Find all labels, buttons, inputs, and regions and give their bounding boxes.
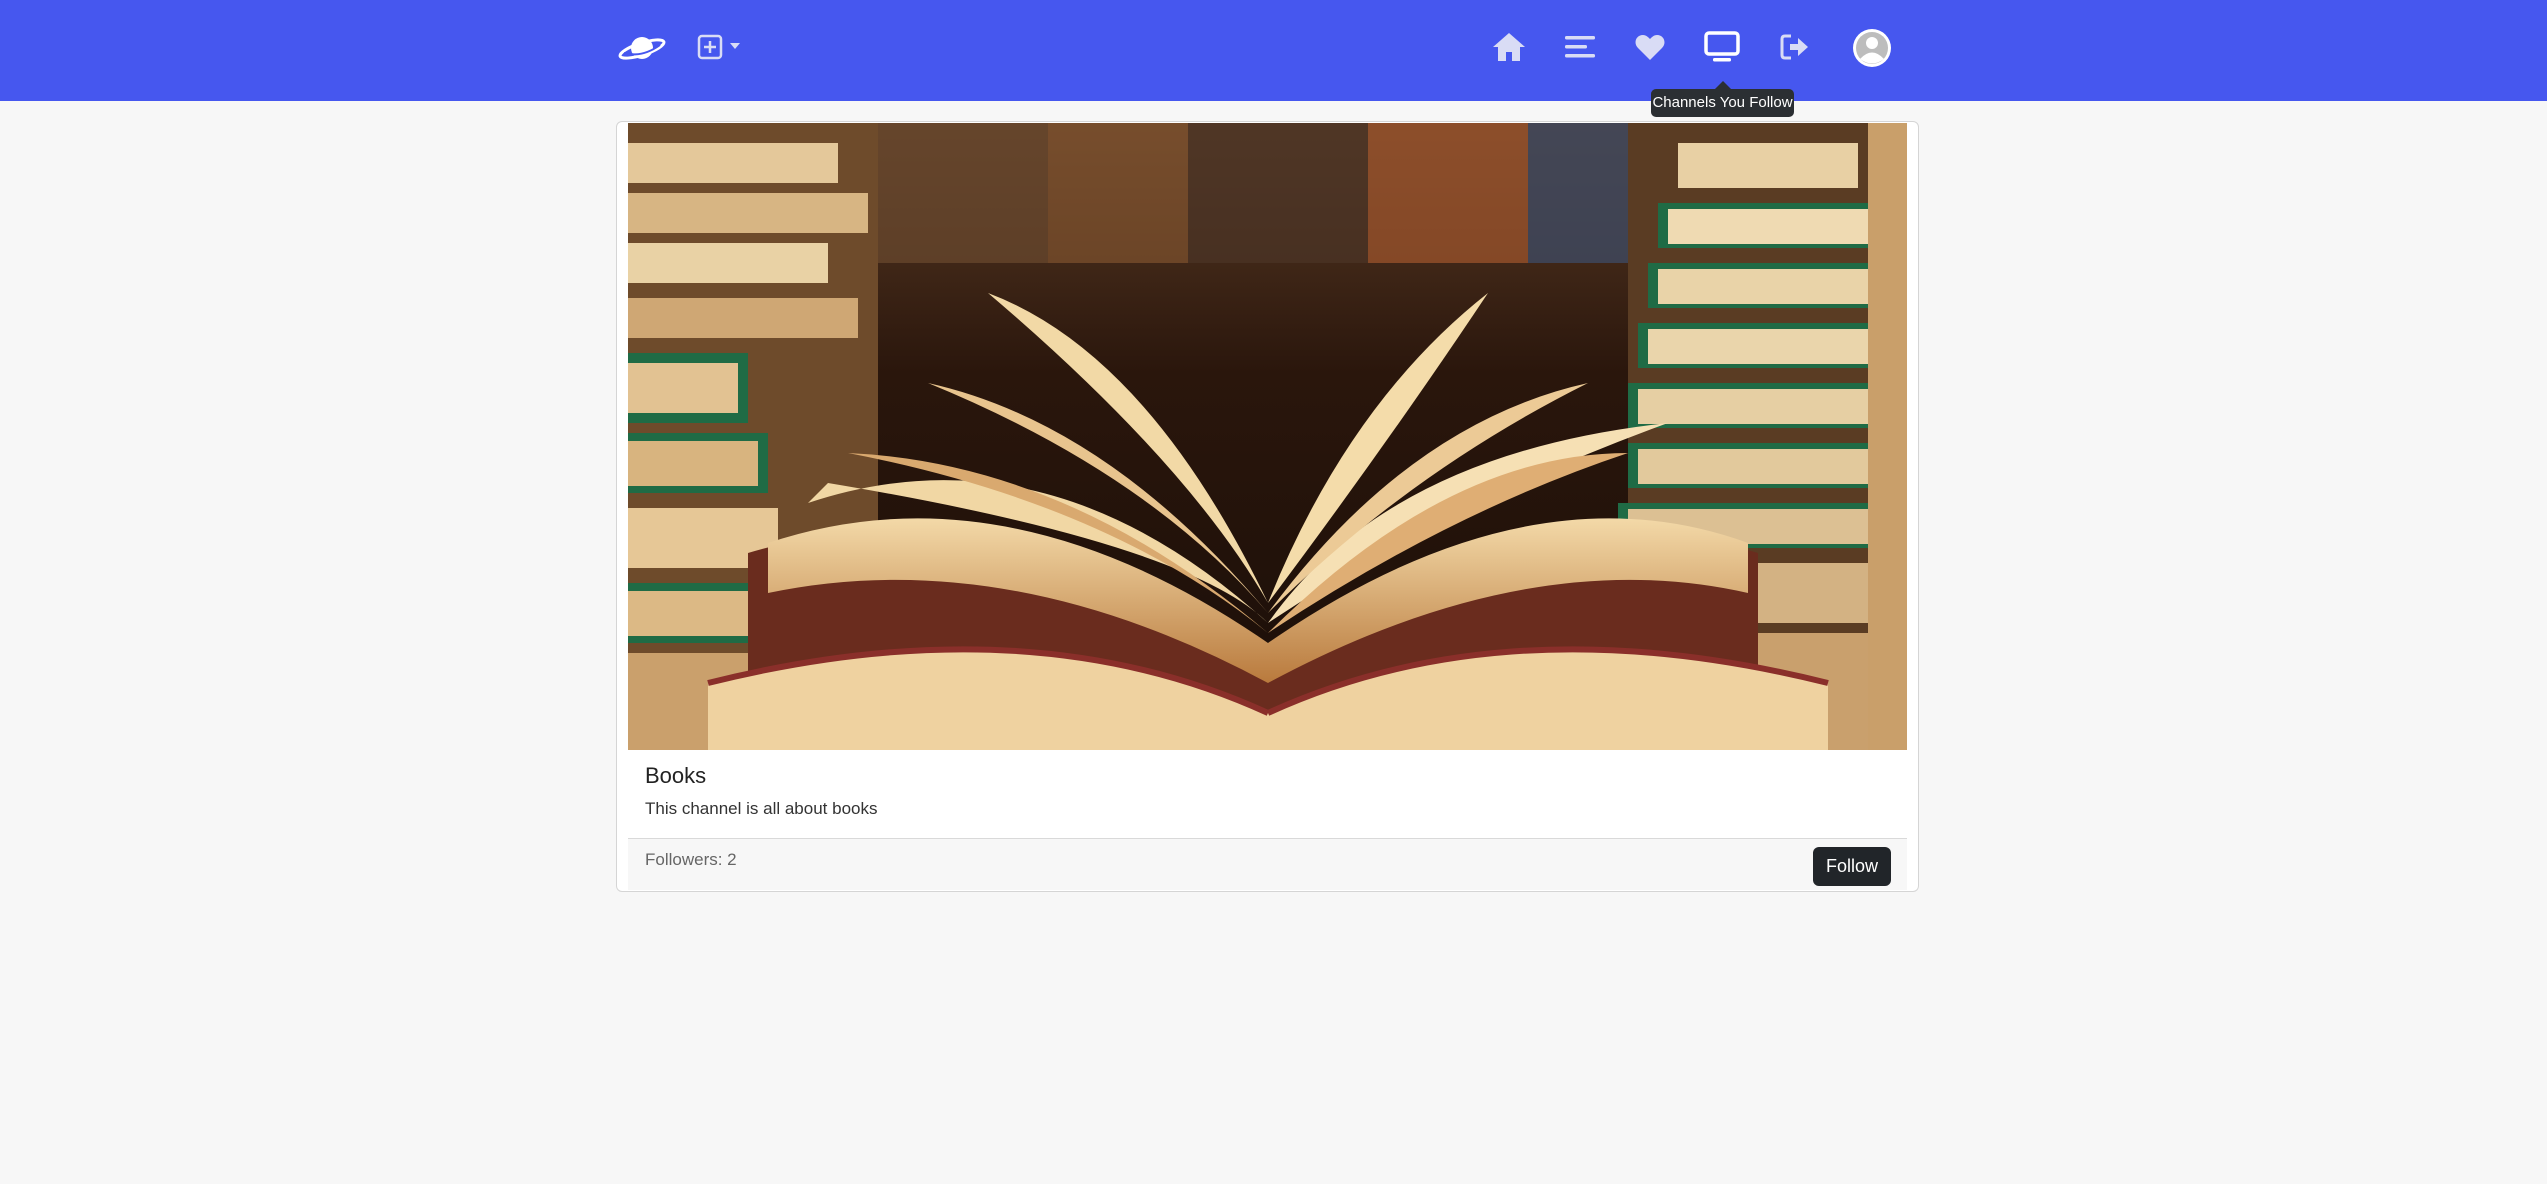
planet-logo-icon[interactable] [618,28,666,68]
followers-count: Followers: 2 [645,850,737,869]
card-footer: Followers: 2 Follow [628,838,1907,890]
menu-lines-icon[interactable] [1564,33,1596,61]
follow-button[interactable]: Follow [1813,847,1891,886]
user-avatar-icon[interactable] [1852,28,1892,68]
monitor-icon[interactable] [1704,30,1740,64]
logout-icon[interactable] [1779,32,1811,62]
channel-image [628,123,1907,750]
home-icon[interactable] [1491,30,1527,64]
channel-title: Books [645,763,707,788]
tooltip: Channels You Follow [1651,89,1794,117]
top-navbar [0,0,2547,101]
tooltip-arrow [1715,81,1731,89]
heart-icon[interactable] [1634,33,1666,61]
channel-description: This channel is all about books [645,799,878,818]
caret-down-icon[interactable] [729,40,741,52]
add-square-icon[interactable] [696,33,724,61]
